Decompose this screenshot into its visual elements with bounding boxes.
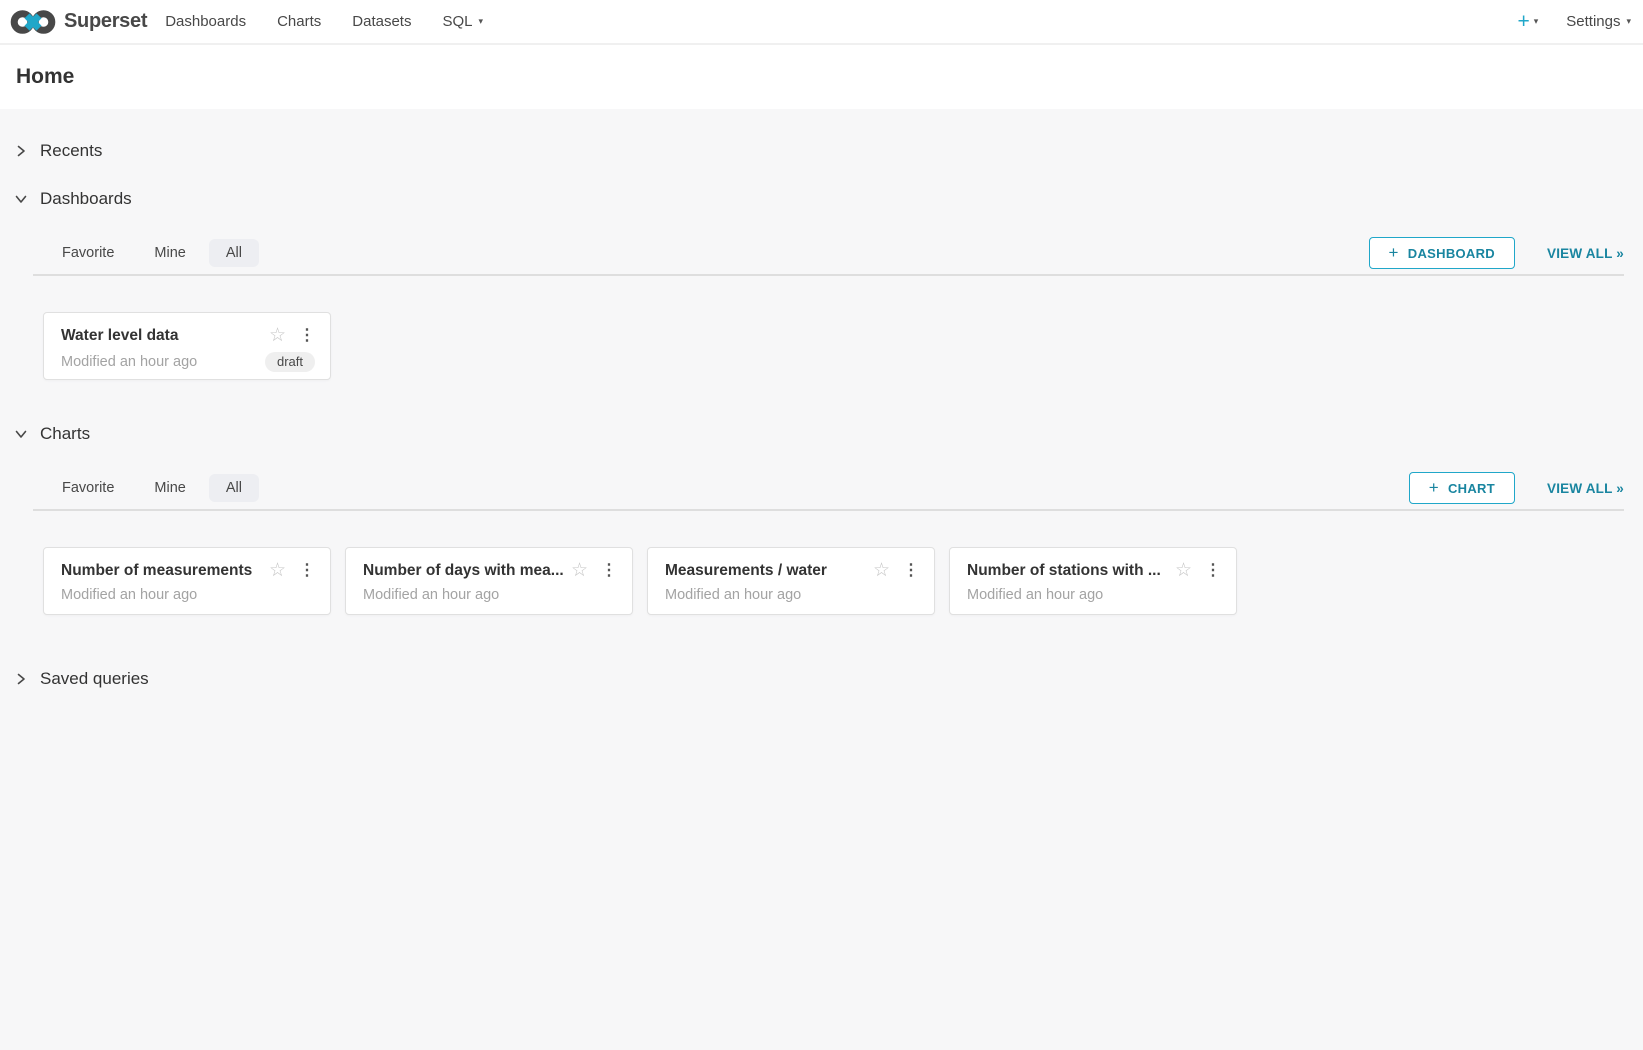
settings-menu[interactable]: Settings ▾: [1566, 13, 1631, 30]
new-dashboard-button-label: DASHBOARD: [1408, 246, 1495, 261]
dashboards-section-body: Favorite Mine All + DASHBOARD VIEW ALL »…: [33, 237, 1624, 380]
section-saved-queries-toggle[interactable]: Saved queries: [8, 667, 1634, 691]
chart-card-modified: Modified an hour ago: [61, 587, 315, 603]
chevron-down-icon: ▾: [478, 17, 483, 26]
status-badge: draft: [265, 352, 315, 372]
section-dashboards-toggle[interactable]: Dashboards: [8, 187, 1634, 211]
section-recents-label: Recents: [40, 141, 102, 161]
chevron-down-icon: [14, 427, 28, 441]
star-icon[interactable]: ☆: [269, 561, 286, 580]
kebab-menu-icon[interactable]: ⋮: [1205, 563, 1221, 579]
new-item-menu[interactable]: + ▾: [1517, 11, 1538, 32]
chevron-down-icon: ▾: [1534, 17, 1539, 26]
tab-mine[interactable]: Mine: [137, 239, 202, 267]
kebab-menu-icon[interactable]: ⋮: [601, 563, 617, 579]
nav-dashboards[interactable]: Dashboards: [165, 13, 246, 30]
star-icon[interactable]: ☆: [1175, 561, 1192, 580]
new-dashboard-button[interactable]: + DASHBOARD: [1369, 237, 1515, 269]
kebab-menu-icon[interactable]: ⋮: [299, 563, 315, 579]
chart-card[interactable]: Number of measurements ☆ ⋮ Modified an h…: [43, 547, 331, 615]
chart-card-title: Number of stations with ...: [967, 562, 1175, 580]
dashboards-filter-tabs: Favorite Mine All: [45, 239, 259, 267]
chevron-down-icon: ▾: [1626, 17, 1631, 26]
nav-datasets[interactable]: Datasets: [352, 13, 411, 30]
chart-card[interactable]: Number of days with mea... ☆ ⋮ Modified …: [345, 547, 633, 615]
dashboard-card-modified: Modified an hour ago: [61, 354, 265, 370]
section-dashboards-label: Dashboards: [40, 189, 132, 209]
star-icon[interactable]: ☆: [571, 561, 588, 580]
tab-all[interactable]: All: [209, 239, 259, 267]
settings-label: Settings: [1566, 13, 1620, 30]
kebab-menu-icon[interactable]: ⋮: [299, 328, 315, 344]
nav-sql-label: SQL: [442, 13, 472, 30]
kebab-menu-icon[interactable]: ⋮: [903, 563, 919, 579]
tab-favorite[interactable]: Favorite: [45, 474, 131, 502]
brand-name: Superset: [64, 10, 147, 33]
charts-view-all-link[interactable]: VIEW ALL »: [1547, 481, 1624, 496]
tab-all[interactable]: All: [209, 474, 259, 502]
chart-card-title: Measurements / water: [665, 562, 873, 580]
star-icon[interactable]: ☆: [873, 561, 890, 580]
nav-sql[interactable]: SQL ▾: [442, 13, 483, 30]
page-title: Home: [16, 65, 74, 89]
dashboard-card-title: Water level data: [61, 327, 269, 345]
tab-mine[interactable]: Mine: [137, 474, 202, 502]
dashboards-view-all-link[interactable]: VIEW ALL »: [1547, 246, 1624, 261]
chart-card-modified: Modified an hour ago: [665, 587, 919, 603]
divider: [33, 509, 1624, 511]
home-content: Recents Dashboards Favorite Mine All + D…: [0, 139, 1643, 691]
nav-charts[interactable]: Charts: [277, 13, 321, 30]
chevron-right-icon: [14, 672, 28, 686]
section-saved-queries-label: Saved queries: [40, 669, 149, 689]
chart-card-title: Number of measurements: [61, 562, 269, 580]
chevron-right-icon: [14, 144, 28, 158]
chart-card-modified: Modified an hour ago: [967, 587, 1221, 603]
section-recents-toggle[interactable]: Recents: [8, 139, 1634, 163]
charts-filter-tabs: Favorite Mine All: [45, 474, 259, 502]
divider: [33, 274, 1624, 276]
section-charts-toggle[interactable]: Charts: [8, 422, 1634, 446]
new-chart-button[interactable]: + CHART: [1409, 472, 1515, 504]
plus-icon: +: [1389, 243, 1399, 263]
chart-card-title: Number of days with mea...: [363, 562, 571, 580]
chart-card[interactable]: Measurements / water ☆ ⋮ Modified an hou…: [647, 547, 935, 615]
dashboard-card[interactable]: Water level data ☆ ⋮ Modified an hour ag…: [43, 312, 331, 380]
chevron-down-icon: [14, 192, 28, 206]
app-header: Superset Dashboards Charts Datasets SQL …: [0, 0, 1643, 45]
plus-icon: +: [1517, 11, 1529, 32]
superset-infinity-icon: [10, 8, 56, 36]
charts-section-body: Favorite Mine All + CHART VIEW ALL » Num…: [33, 472, 1624, 615]
new-chart-button-label: CHART: [1448, 481, 1495, 496]
superset-logo[interactable]: Superset: [10, 8, 147, 36]
title-bar: Home: [0, 45, 1643, 109]
charts-cards-row: Number of measurements ☆ ⋮ Modified an h…: [43, 547, 1624, 615]
main-nav: Dashboards Charts Datasets SQL ▾: [165, 13, 514, 30]
tab-favorite[interactable]: Favorite: [45, 239, 131, 267]
star-icon[interactable]: ☆: [269, 326, 286, 345]
chart-card-modified: Modified an hour ago: [363, 587, 617, 603]
plus-icon: +: [1429, 478, 1439, 498]
chart-card[interactable]: Number of stations with ... ☆ ⋮ Modified…: [949, 547, 1237, 615]
dashboards-cards-row: Water level data ☆ ⋮ Modified an hour ag…: [43, 312, 1624, 380]
section-charts-label: Charts: [40, 424, 90, 444]
